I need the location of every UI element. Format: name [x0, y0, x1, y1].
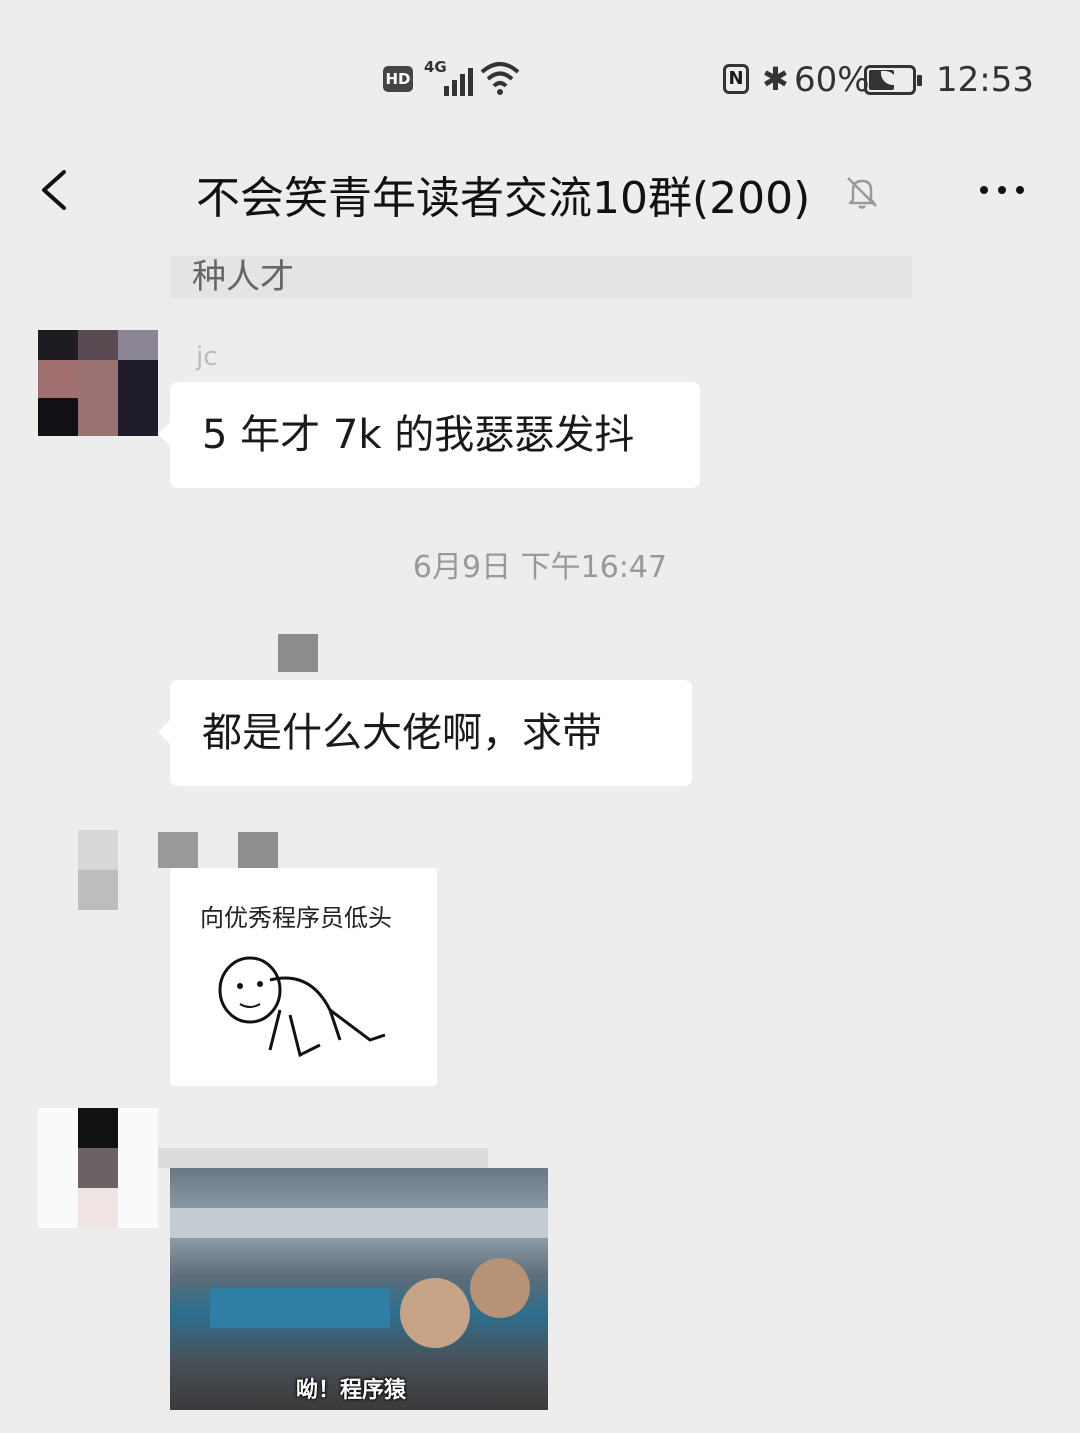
- sticker-message[interactable]: 向优秀程序员低头: [170, 868, 437, 1086]
- battery-percent: 60%: [794, 60, 870, 100]
- avatar-pixel: [78, 1148, 118, 1188]
- sender-name-blurred: [158, 1148, 488, 1168]
- hd-badge: HD: [383, 66, 413, 92]
- avatar-pixel: [38, 330, 78, 360]
- avatar-pixel: [78, 1108, 118, 1148]
- sender-name-blurred: [158, 832, 198, 868]
- avatar-pixel: [78, 870, 118, 910]
- photo-decor: [470, 1258, 530, 1318]
- timestamp-separator: 6月9日 下午16:47: [412, 550, 668, 585]
- chat-title: 不会笑青年读者交流10群(200): [196, 173, 811, 224]
- signal-icon: [444, 66, 474, 96]
- bowing-figure-sticker: [218, 956, 386, 1058]
- avatar-pixel: [38, 398, 78, 436]
- avatar-pixel: [78, 1188, 118, 1228]
- previous-message-fragment: 种人才: [170, 256, 912, 298]
- avatar-pixel: [38, 360, 78, 398]
- nfc-icon: N: [723, 64, 749, 94]
- message-bubble[interactable]: 5 年才 7k 的我瑟瑟发抖: [158, 382, 700, 488]
- avatar[interactable]: [38, 632, 158, 738]
- sender-name-blurred: [238, 832, 278, 868]
- photo-decor: [210, 1288, 390, 1328]
- avatar-pixel: [118, 330, 158, 360]
- bluetooth-icon: ✱: [762, 60, 789, 98]
- image-caption: 呦！程序猿: [296, 1378, 407, 1403]
- avatar[interactable]: [38, 1108, 158, 1228]
- message-text: 5 年才 7k 的我瑟瑟发抖: [202, 412, 635, 458]
- message-bubble[interactable]: 都是什么大佬啊，求带: [158, 680, 692, 786]
- sender-name-blurred: [278, 634, 318, 672]
- avatar-pixel: [78, 360, 118, 436]
- message-text: 都是什么大佬啊，求带: [202, 710, 602, 756]
- more-icon[interactable]: [976, 180, 1028, 200]
- avatar-pixel: [78, 330, 118, 360]
- status-bar: HD 4G N ✱ 60% 12:53: [0, 0, 1080, 130]
- chat-screen: HD 4G N ✱ 60% 12:53 不会笑青年读者交流10群(200) 种人…: [0, 0, 1080, 1433]
- mute-bell-icon: [847, 177, 877, 209]
- battery-icon: [864, 65, 922, 95]
- wifi-icon: [480, 62, 520, 95]
- photo-decor: [400, 1278, 470, 1348]
- avatar[interactable]: [78, 830, 118, 910]
- avatar-pixel: [118, 360, 158, 436]
- photo-decor: [170, 1208, 548, 1238]
- message-list[interactable]: 种人才 jc 5 年才 7k 的我瑟瑟发抖 6月9日 下午16:47 都是什么大…: [0, 250, 1080, 1433]
- avatar-pixel: [78, 830, 118, 870]
- sticker-caption: 向优秀程序员低头: [200, 904, 392, 932]
- image-message[interactable]: 呦！程序猿: [170, 1168, 548, 1410]
- clock: 12:53: [936, 60, 1034, 100]
- back-icon[interactable]: [40, 170, 68, 210]
- chat-header: 不会笑青年读者交流10群(200): [0, 140, 1080, 240]
- sender-name: jc: [196, 342, 218, 372]
- avatar[interactable]: [38, 330, 158, 436]
